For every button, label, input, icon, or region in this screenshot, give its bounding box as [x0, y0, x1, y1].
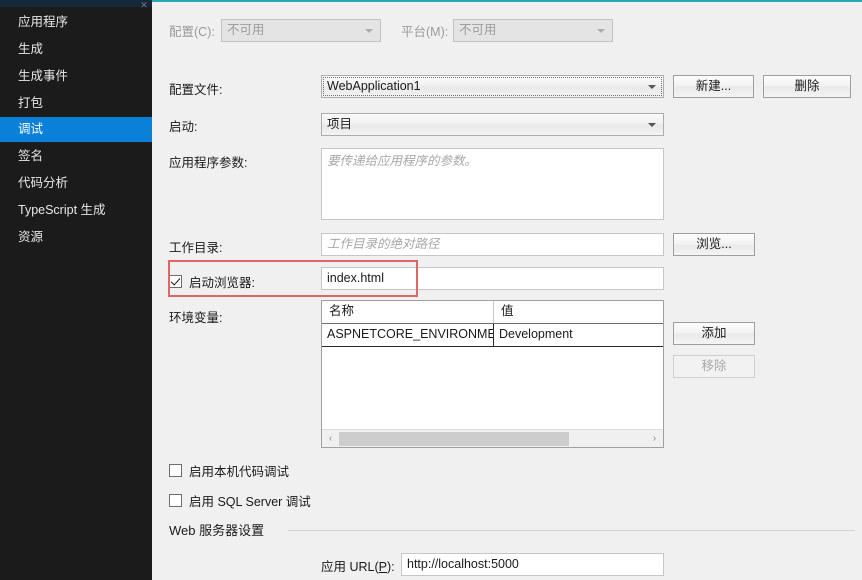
sidebar-item-label: TypeScript 生成: [18, 203, 106, 217]
delete-profile-button[interactable]: 删除: [763, 75, 851, 98]
profile-value: WebApplication1: [327, 79, 421, 93]
sidebar-item-debug[interactable]: 调试: [0, 117, 152, 142]
configuration-value: 不可用: [227, 23, 265, 37]
sidebar-item-label: 资源: [18, 230, 44, 244]
sidebar-item-resources[interactable]: 资源: [0, 225, 152, 250]
platform-dropdown[interactable]: 不可用: [453, 19, 613, 42]
sidebar-item-code-analysis[interactable]: 代码分析: [0, 171, 152, 196]
native-debug-checkbox[interactable]: [169, 464, 182, 477]
launch-dropdown[interactable]: 项目: [321, 113, 664, 136]
sql-debug-label: 启用 SQL Server 调试: [189, 495, 311, 509]
web-server-group-title: Web 服务器设置: [169, 523, 265, 538]
table-row[interactable]: ASPNETCORE_ENVIRONMENT Development: [322, 324, 663, 347]
sidebar-item-label: 代码分析: [18, 176, 69, 190]
sidebar-item-label: 应用程序: [18, 15, 69, 29]
sidebar-item-typescript-build[interactable]: TypeScript 生成: [0, 198, 152, 223]
scrollbar-track[interactable]: [339, 430, 646, 447]
app-arguments-textarea[interactable]: 要传递给应用程序的参数。: [321, 148, 664, 220]
grid-empty-area: [322, 347, 663, 431]
sidebar-item-label: 生成事件: [18, 69, 69, 83]
scrollbar-thumb[interactable]: [339, 431, 570, 446]
launch-browser-url-input[interactable]: index.html: [321, 267, 664, 290]
sidebar-item-label: 打包: [18, 96, 44, 110]
sidebar-item-package[interactable]: 打包: [0, 91, 152, 116]
chevron-down-icon: [597, 28, 605, 33]
selection-arrow-icon: [143, 117, 152, 142]
properties-window: ✕ 应用程序 生成 生成事件 打包 调试 签名 代码分析 TypeScript …: [0, 0, 862, 580]
launch-browser-checkbox-row[interactable]: 启动浏览器:: [169, 272, 255, 291]
sidebar-item-build[interactable]: 生成: [0, 37, 152, 62]
content-inner: 配置(C): 不可用 平台(M): 不可用 配置文件: WebApplicati…: [152, 2, 862, 580]
grid-column-header-value[interactable]: 值: [494, 301, 663, 323]
native-debug-checkbox-row[interactable]: 启用本机代码调试: [169, 461, 289, 480]
grid-cell-value[interactable]: Development: [494, 324, 663, 346]
chevron-down-icon: [648, 84, 656, 89]
launch-browser-checkbox[interactable]: [169, 275, 182, 288]
configuration-dropdown[interactable]: 不可用: [221, 19, 381, 42]
group-separator: [288, 530, 855, 531]
scroll-left-icon[interactable]: ‹: [322, 431, 339, 447]
chevron-down-icon: [365, 28, 373, 33]
sidebar-item-label: 签名: [18, 149, 44, 163]
profile-dropdown[interactable]: WebApplication1: [321, 75, 664, 98]
configuration-label: 配置(C):: [169, 25, 215, 39]
sidebar-item-application[interactable]: 应用程序: [0, 10, 152, 35]
sidebar-item-build-events[interactable]: 生成事件: [0, 64, 152, 89]
sql-debug-checkbox[interactable]: [169, 494, 182, 507]
app-url-label: 应用 URL(P):: [321, 559, 395, 575]
grid-column-header-name[interactable]: 名称: [322, 301, 494, 323]
sidebar-item-label: 调试: [18, 122, 44, 136]
browse-button[interactable]: 浏览...: [673, 233, 755, 256]
scroll-right-icon[interactable]: ›: [646, 431, 663, 447]
sidebar-item-signing[interactable]: 签名: [0, 144, 152, 169]
sidebar-item-label: 生成: [18, 42, 44, 56]
working-directory-label: 工作目录:: [169, 241, 223, 255]
profile-label: 配置文件:: [169, 83, 223, 97]
settings-sidebar: ✕ 应用程序 生成 生成事件 打包 调试 签名 代码分析 TypeScript …: [0, 0, 152, 580]
app-url-input[interactable]: http://localhost:5000: [401, 553, 664, 576]
app-url-label-accelerator: P: [378, 560, 387, 574]
app-url-label-suffix: ):: [387, 560, 395, 574]
grid-cell-name[interactable]: ASPNETCORE_ENVIRONMENT: [322, 324, 494, 346]
platform-label: 平台(M):: [401, 25, 449, 39]
grid-header-row: 名称 值: [322, 301, 663, 324]
sql-debug-checkbox-row[interactable]: 启用 SQL Server 调试: [169, 491, 311, 510]
launch-browser-label: 启动浏览器:: [189, 276, 255, 290]
working-directory-input[interactable]: 工作目录的绝对路径: [321, 233, 664, 256]
sidebar-top-strip: [0, 0, 152, 7]
environment-variables-label: 环境变量:: [169, 311, 223, 325]
grid-horizontal-scrollbar[interactable]: ‹ ›: [322, 429, 663, 447]
chevron-down-icon: [648, 122, 656, 127]
add-env-var-button[interactable]: 添加: [673, 322, 755, 345]
debug-settings-pane: 配置(C): 不可用 平台(M): 不可用 配置文件: WebApplicati…: [152, 0, 862, 580]
native-debug-label: 启用本机代码调试: [189, 465, 290, 479]
app-arguments-label: 应用程序参数:: [169, 156, 248, 170]
remove-env-var-button[interactable]: 移除: [673, 355, 755, 378]
launch-value: 项目: [327, 117, 353, 131]
environment-variables-grid[interactable]: 名称 值 ASPNETCORE_ENVIRONMENT Development …: [321, 300, 664, 448]
new-profile-button[interactable]: 新建...: [673, 75, 754, 98]
platform-value: 不可用: [459, 23, 497, 37]
launch-label: 启动:: [169, 120, 198, 134]
app-url-label-prefix: 应用 URL(: [321, 560, 379, 574]
